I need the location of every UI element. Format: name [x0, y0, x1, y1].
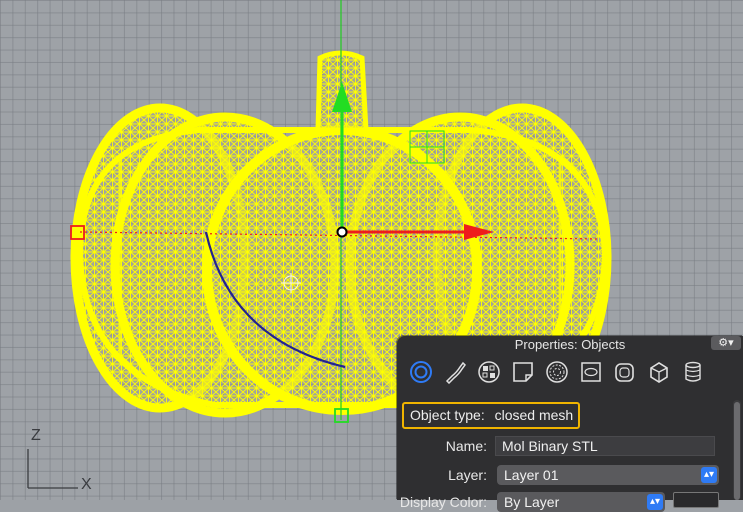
tab-decal[interactable] — [577, 358, 605, 386]
tab-texture[interactable] — [543, 358, 571, 386]
tab-mesh[interactable] — [611, 358, 639, 386]
gear-icon: ⚙︎▾ — [718, 337, 734, 349]
decal-icon — [581, 362, 601, 382]
tab-cylinder[interactable] — [679, 358, 707, 386]
gumball-center[interactable] — [336, 226, 348, 238]
tab-curve[interactable] — [441, 358, 469, 386]
checker-ball-icon — [478, 361, 500, 383]
tab-page[interactable] — [509, 358, 537, 386]
layer-value: Layer 01 — [504, 467, 559, 483]
panel-scrollbar-thumb[interactable] — [734, 402, 740, 500]
display-color-label: Display Color: — [399, 494, 487, 510]
rounded-box-icon — [615, 363, 634, 382]
select-arrows-icon: ▴▾ — [701, 467, 717, 483]
object-type-row: Object type: closed mesh — [402, 402, 580, 429]
display-color-value: By Layer — [504, 494, 560, 510]
panel-scrollbar[interactable] — [733, 400, 741, 500]
properties-panel: Properties: Objects ⚙︎▾ Object type: clo… — [397, 336, 743, 512]
select-arrows-icon: ▴▾ — [647, 494, 663, 510]
object-type-value: closed mesh — [494, 407, 574, 423]
name-field[interactable]: Mol Binary STL — [495, 436, 715, 456]
layer-select[interactable]: Layer 01 ▴▾ — [497, 465, 719, 485]
gear-menu-button[interactable]: ⚙︎▾ — [711, 336, 741, 350]
layer-label: Layer: — [448, 467, 487, 483]
name-label: Name: — [445, 438, 487, 454]
cylinder-stack-icon — [685, 361, 701, 382]
x-axis-label: X — [81, 476, 92, 493]
curve-icon — [445, 361, 466, 384]
texture-ball-icon — [546, 361, 568, 383]
tab-object[interactable] — [407, 358, 435, 386]
panel-title: Properties: Objects — [514, 337, 626, 352]
box-icon — [650, 362, 668, 383]
tab-material[interactable] — [475, 358, 503, 386]
display-color-swatch[interactable] — [673, 492, 719, 508]
tab-box[interactable] — [645, 358, 673, 386]
circle-target-icon — [410, 361, 432, 383]
z-axis-label: Z — [31, 427, 41, 444]
axis-widget — [27, 449, 78, 489]
page-icon — [513, 362, 533, 382]
display-color-select[interactable]: By Layer ▴▾ — [497, 492, 665, 512]
object-type-label: Object type: — [410, 407, 485, 423]
